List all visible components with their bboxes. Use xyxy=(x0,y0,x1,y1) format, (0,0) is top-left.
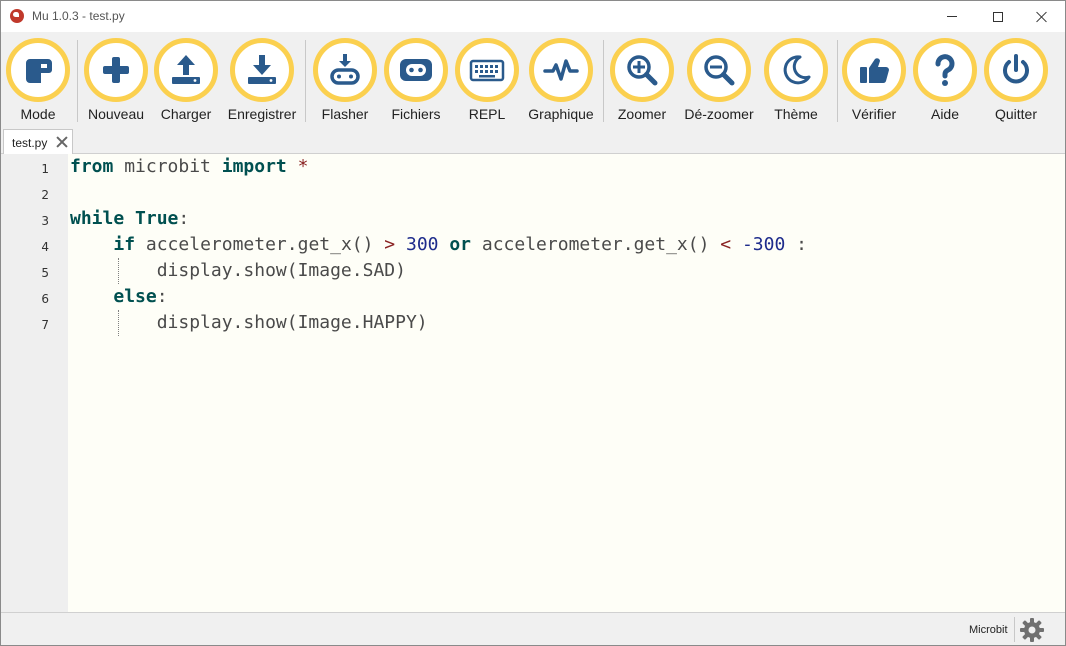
code-line-5: display.show(Image.SAD) xyxy=(70,258,406,284)
operator: * xyxy=(286,156,309,177)
maximize-icon xyxy=(993,11,1003,22)
toolbar: Mode Nouveau Charger Enregistrer Flasher… xyxy=(1,32,1065,127)
number-literal: 300 xyxy=(405,234,439,255)
code-editor[interactable]: 1 2 3 4 5 6 7 from microbit import * whi… xyxy=(1,154,1065,612)
thumbs-up-icon xyxy=(860,58,889,84)
code-line-3: while True: xyxy=(70,206,189,232)
keyboard-icon xyxy=(469,59,505,82)
line-number: 5 xyxy=(41,266,49,280)
zoom-in-button[interactable]: Zoomer xyxy=(605,36,679,126)
plotter-button[interactable]: Graphique xyxy=(524,36,598,126)
zoom-out-button[interactable]: Dé-zoomer xyxy=(682,36,756,126)
flash-icon xyxy=(330,54,360,85)
save-button[interactable]: Enregistrer xyxy=(225,36,299,126)
tab-bar: test.py xyxy=(1,127,1065,154)
repl-button[interactable]: REPL xyxy=(450,36,524,126)
code-text: microbit xyxy=(113,156,222,177)
quit-button[interactable]: Quitter xyxy=(979,36,1053,126)
mu-logo-icon xyxy=(10,9,24,23)
power-icon xyxy=(1003,54,1029,84)
tab-test-py[interactable]: test.py xyxy=(3,129,73,154)
line-number: 6 xyxy=(41,292,49,306)
tab-label: test.py xyxy=(12,136,48,150)
title-bar: Mu 1.0.3 - test.py xyxy=(1,1,1065,32)
number-literal: -300 xyxy=(741,234,786,255)
plus-icon xyxy=(103,57,129,83)
code-text: : xyxy=(156,286,168,307)
window-title: Mu 1.0.3 - test.py xyxy=(32,9,125,23)
operator: > xyxy=(384,234,396,255)
close-tab-icon[interactable] xyxy=(56,136,68,148)
code-text: : xyxy=(178,208,190,229)
mode-indicator[interactable]: Microbit xyxy=(969,624,1008,636)
mu-editor-window: Mu 1.0.3 - test.py Mode Nouveau Charger xyxy=(0,0,1066,646)
gear-icon[interactable] xyxy=(1019,617,1045,643)
line-number: 1 xyxy=(41,162,49,176)
code-line-1: from microbit import * xyxy=(70,154,308,180)
load-button[interactable]: Charger xyxy=(149,36,223,126)
keyword: if xyxy=(113,234,136,255)
quit-label: Quitter xyxy=(994,106,1037,122)
line-number: 4 xyxy=(41,240,49,254)
line-number: 7 xyxy=(41,318,49,332)
close-window-button[interactable] xyxy=(1019,1,1065,32)
pulse-icon xyxy=(543,59,579,81)
line-number: 2 xyxy=(41,188,49,202)
line-number-gutter: 1 2 3 4 5 6 7 xyxy=(1,154,68,612)
microbit-icon xyxy=(400,59,432,81)
code-text: accelerometer.get_x() xyxy=(471,234,721,255)
minimize-icon xyxy=(947,16,957,17)
theme-button[interactable]: Thème xyxy=(759,36,833,126)
question-icon xyxy=(935,54,955,86)
minimize-button[interactable] xyxy=(929,1,975,32)
upload-icon xyxy=(172,55,200,84)
moon-icon xyxy=(783,55,811,85)
keyword: else xyxy=(113,286,157,307)
line-number: 3 xyxy=(41,214,49,228)
keyword: from xyxy=(70,156,114,177)
mode-icon xyxy=(26,59,52,83)
keyword: or xyxy=(449,234,472,255)
status-bar: Microbit xyxy=(1,612,1065,645)
keyword: True xyxy=(135,208,179,229)
code-line-6: else: xyxy=(70,284,168,310)
zoom-in-icon xyxy=(627,55,658,86)
code-text: display.show(Image.SAD) xyxy=(156,260,406,281)
keyword: import xyxy=(221,156,287,177)
code-line-7: display.show(Image.HAPPY) xyxy=(70,310,428,336)
operator: < xyxy=(720,234,732,255)
save-label: Enregistrer xyxy=(227,106,297,122)
code-text: : xyxy=(785,234,808,255)
code-line-4: if accelerometer.get_x() > 300 or accele… xyxy=(70,232,807,258)
download-icon xyxy=(248,55,276,84)
close-icon xyxy=(1036,11,1048,23)
keyword: while xyxy=(70,208,125,229)
zoom-out-icon xyxy=(704,55,735,86)
code-text: accelerometer.get_x() xyxy=(135,234,385,255)
plotter-label: Graphique xyxy=(528,106,594,122)
code-text: display.show(Image.HAPPY) xyxy=(156,312,428,333)
mode-button[interactable]: Mode xyxy=(1,36,75,126)
maximize-button[interactable] xyxy=(975,1,1021,32)
status-separator xyxy=(1014,617,1015,642)
